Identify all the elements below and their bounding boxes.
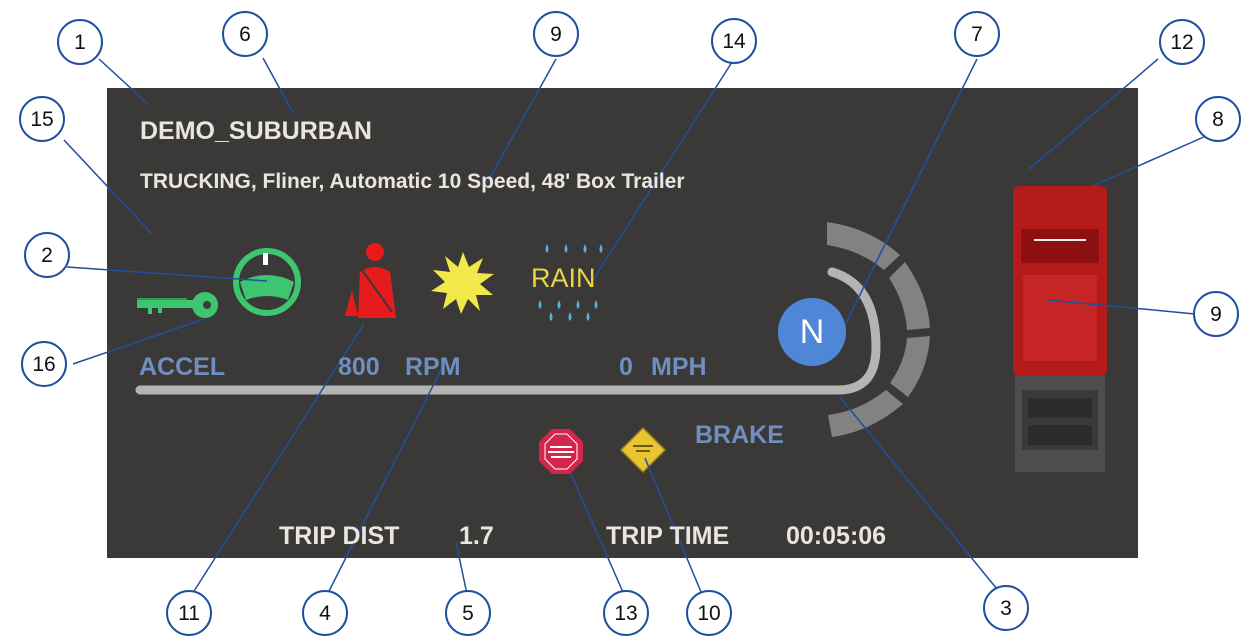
- accel-label: ACCEL: [139, 353, 226, 381]
- trailer-air-supply-icon: [539, 429, 583, 474]
- callout-number: 1: [74, 31, 86, 54]
- trip-dist-label: TRIP DIST: [279, 522, 400, 550]
- callout-number: 4: [319, 602, 331, 625]
- trip-time-label: TRIP TIME: [606, 522, 730, 550]
- steering-wheel-icon: [233, 248, 301, 316]
- callout-number: 2: [41, 244, 53, 267]
- trip-time-value: 00:05:06: [786, 522, 887, 550]
- speed-unit: MPH: [651, 353, 707, 381]
- callout-number: 5: [462, 602, 474, 625]
- vehicle-description: TRUCKING, Fliner, Automatic 10 Speed, 48…: [140, 170, 685, 193]
- weather-label: RAIN: [531, 263, 596, 293]
- callout-number: 9: [550, 23, 562, 46]
- rpm-unit: RPM: [405, 353, 461, 381]
- rpm-value: 800: [338, 353, 380, 381]
- callout-number: 14: [722, 30, 746, 53]
- callout-number: 10: [697, 602, 720, 625]
- gear-value: N: [799, 313, 825, 351]
- scenario-name: DEMO_SUBURBAN: [140, 117, 372, 145]
- callout-number: 7: [971, 23, 983, 46]
- callout-number: 8: [1212, 108, 1224, 131]
- brake-label: BRAKE: [695, 421, 784, 449]
- seatbelt-warning-icon: [345, 243, 396, 318]
- parking-brake-icon: [619, 426, 667, 474]
- callout-number: 6: [239, 23, 251, 46]
- sun-icon: [431, 252, 494, 314]
- gear-indicator: N: [778, 298, 846, 366]
- callout-number: 15: [30, 108, 53, 131]
- callout-number: 13: [614, 602, 637, 625]
- callout-number: 9: [1210, 303, 1222, 326]
- callout-number: 16: [32, 353, 55, 376]
- callout-number: 12: [1170, 31, 1193, 54]
- key-icon: [137, 292, 218, 318]
- callout-number: 3: [1000, 597, 1012, 620]
- callout-number: 11: [178, 602, 200, 625]
- trip-dist-value: 1.7: [459, 522, 494, 550]
- speed-value: 0: [619, 353, 633, 381]
- truck-top-view-icon: [1013, 186, 1107, 472]
